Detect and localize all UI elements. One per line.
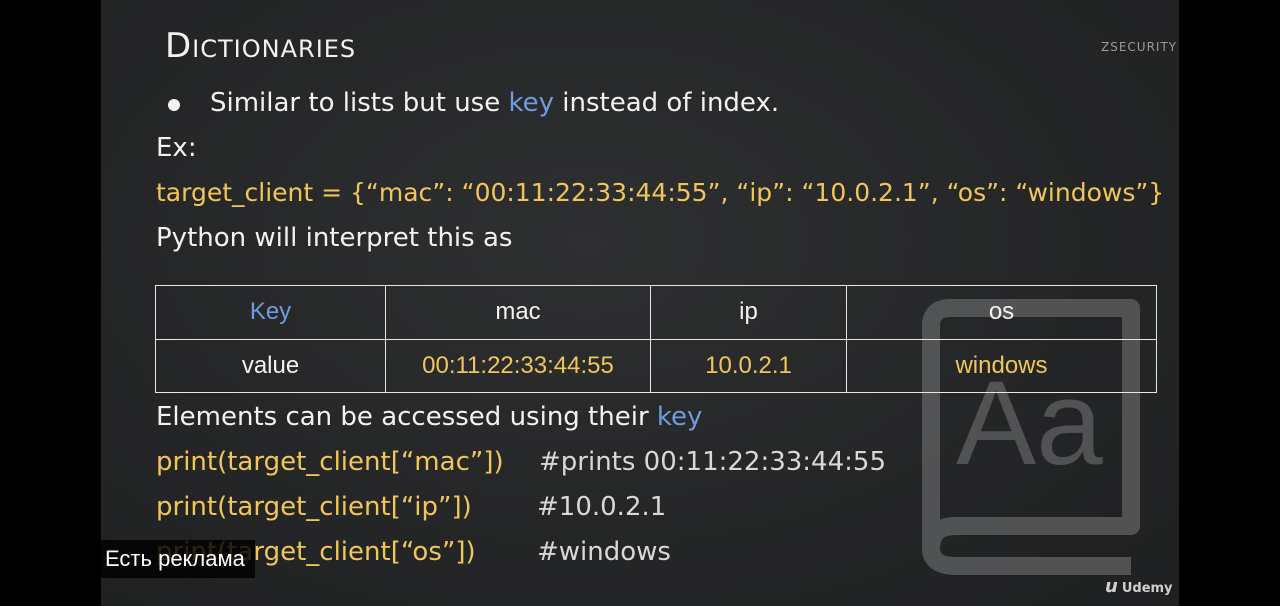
table-cell-os-header: os <box>846 285 1157 340</box>
table-cell-value-label: value <box>155 338 386 393</box>
video-letterbox-left <box>0 0 101 606</box>
example-code-mac: print(target_client[“mac”]) <box>156 447 504 477</box>
example-comment-mac: #prints 00:11:22:33:44:55 <box>539 447 886 477</box>
example-comment-os: #windows <box>537 537 671 567</box>
code-line: target_client = {“mac”: “00:11:22:33:44:… <box>156 178 1165 207</box>
table-value-row: value 00:11:22:33:44:55 10.0.2.1 windows <box>155 338 1157 393</box>
bullet-dot <box>168 99 180 111</box>
table-cell-mac-value: 00:11:22:33:44:55 <box>385 338 651 393</box>
access-text: Elements can be accessed using their key <box>156 402 702 432</box>
table-cell-ip-header: ip <box>650 285 847 340</box>
slide-title: Dictionaries <box>165 26 357 66</box>
example-code-ip: print(target_client[“ip”]) <box>156 492 472 522</box>
table-cell-mac-header: mac <box>385 285 651 340</box>
ad-label[interactable]: Есть реклама <box>101 540 255 578</box>
table-cell-os-value: windows <box>846 338 1157 393</box>
example-comment-ip: #10.0.2.1 <box>537 492 667 522</box>
video-letterbox-right <box>1179 0 1280 606</box>
access-text-before: Elements can be accessed using their <box>156 402 657 432</box>
table-header-row: Key mac ip os <box>155 285 1157 340</box>
interpret-text: Python will interpret this as <box>156 223 513 253</box>
access-keyword: key <box>656 402 703 432</box>
dictionary-table: Key mac ip os value 00:11:22:33:44:55 10… <box>155 285 1157 393</box>
bullet-keyword: key <box>508 88 554 118</box>
bullet-text-before: Similar to lists but use <box>210 88 509 118</box>
bullet-text-after: instead of index. <box>554 88 780 118</box>
table-cell-ip-value: 10.0.2.1 <box>650 338 847 393</box>
udemy-logo: u Udemy <box>1105 576 1173 597</box>
bullet-text: Similar to lists but use key instead of … <box>210 88 779 118</box>
table-cell-key-header: Key <box>155 285 386 340</box>
udemy-logo-text: Udemy <box>1121 581 1173 596</box>
example-label: Ex: <box>156 133 197 163</box>
video-slide[interactable]: Dictionaries ZSECURITY Aa Similar to lis… <box>101 0 1179 606</box>
zsecurity-logo: ZSECURITY <box>1101 40 1178 54</box>
udemy-icon: u <box>1105 576 1118 597</box>
